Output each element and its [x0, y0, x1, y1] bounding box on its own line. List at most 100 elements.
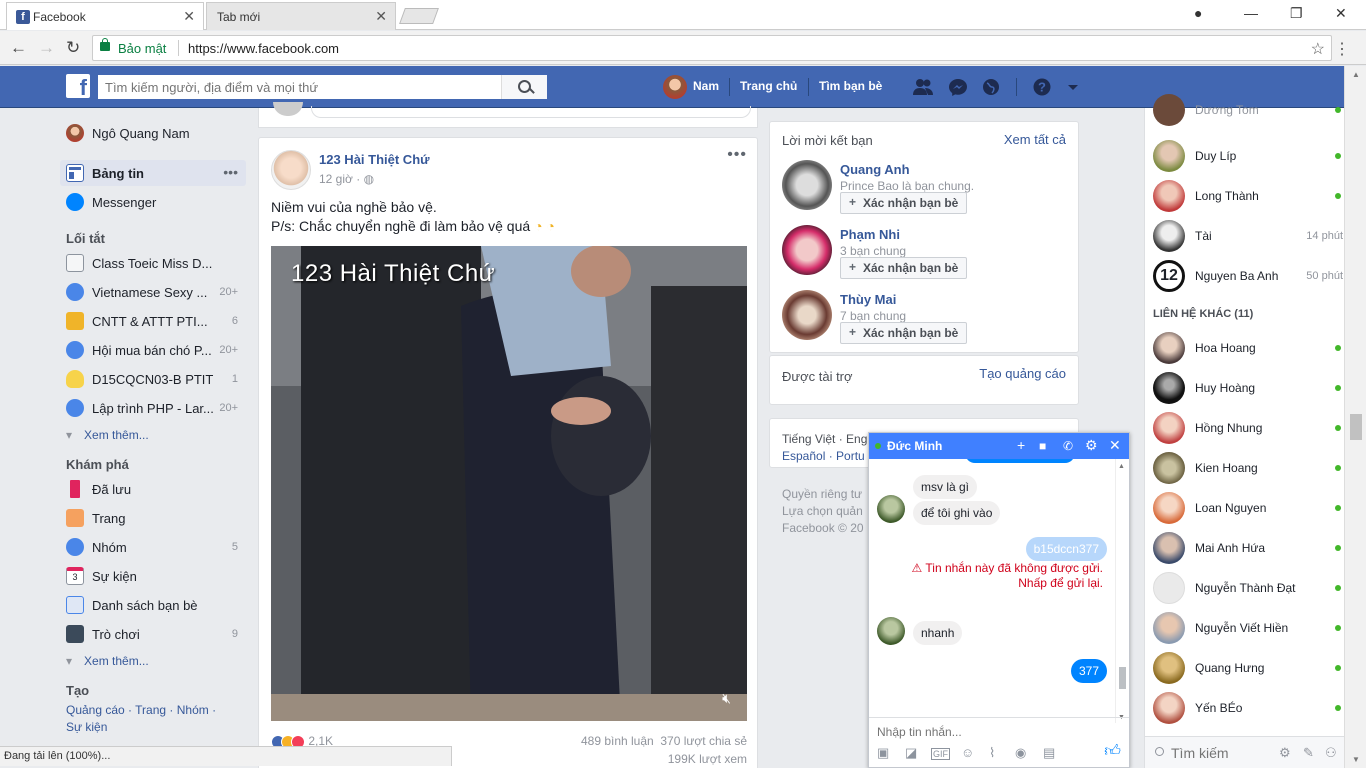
send-failed-notice[interactable]: ⚠ Tin nhắn này đã không được gửi. Nhấp để…: [912, 561, 1103, 591]
emoji-icon[interactable]: ☺: [961, 745, 974, 760]
create-ad-link[interactable]: Tạo quảng cáo: [979, 366, 1066, 381]
shortcut-item[interactable]: Lập trình PHP - Lar... 20+: [60, 395, 246, 421]
shortcut-item[interactable]: D15CQCN03-B PTIT 1: [60, 366, 246, 392]
explore-item[interactable]: Danh sách bạn bè: [60, 592, 246, 618]
bookmark-star-icon[interactable]: ☆: [1311, 39, 1325, 59]
language-list[interactable]: Tiếng Việt · Eng: [782, 432, 867, 446]
profile-avatar[interactable]: [663, 75, 687, 99]
post-author-name[interactable]: 123 Hài Thiệt Chứ: [319, 152, 430, 167]
back-icon[interactable]: ←: [10, 38, 27, 58]
chat-contact[interactable]: Mai Anh Hứa: [1153, 530, 1343, 566]
chat-contact[interactable]: Huy Hoàng: [1153, 370, 1343, 406]
chat-window-header[interactable]: Đức Minh + ■ ✆ ⚙ ✕: [869, 433, 1129, 459]
post-options-icon[interactable]: •••: [727, 146, 747, 164]
attachment-icon[interactable]: ⌇: [989, 745, 995, 761]
chat-contact[interactable]: Long Thành: [1153, 178, 1343, 214]
reload-icon[interactable]: ↻: [66, 38, 80, 58]
see-more-shortcuts-link[interactable]: Xem thêm...: [66, 428, 149, 442]
new-message-icon[interactable]: ✎: [1303, 745, 1314, 761]
new-tab-button[interactable]: [399, 8, 439, 24]
confirm-friend-button[interactable]: Xác nhận bạn bè: [840, 322, 968, 344]
sticker-icon[interactable]: ◪: [905, 745, 917, 761]
requester-name[interactable]: Phạm Nhi: [840, 227, 900, 242]
shortcut-item[interactable]: Hội mua bán chó P... 20+: [60, 337, 246, 363]
chat-contact[interactable]: Hồng Nhung: [1153, 410, 1343, 446]
scroll-up-icon[interactable]: ▲: [1352, 70, 1360, 79]
calendar-icon[interactable]: ▤: [1043, 745, 1055, 761]
camera-icon[interactable]: ◉: [1015, 745, 1026, 761]
post-video[interactable]: 123 Hài Thiệt Chứ 🔇︎: [271, 246, 747, 721]
friend-requests-icon[interactable]: [913, 78, 933, 96]
account-menu-chevron-down-icon[interactable]: [1064, 78, 1084, 96]
add-people-icon[interactable]: +: [1017, 437, 1025, 453]
requester-name[interactable]: Quang Anh: [840, 162, 910, 177]
help-icon[interactable]: ?: [1032, 78, 1052, 96]
search-icon[interactable]: [501, 75, 547, 99]
chat-contact[interactable]: Quang Hưng: [1153, 650, 1343, 686]
forward-icon[interactable]: →: [38, 38, 55, 58]
explore-item[interactable]: 3 Sự kiện: [60, 563, 246, 589]
avatar[interactable]: [782, 160, 832, 210]
notifications-globe-icon[interactable]: [981, 78, 1001, 96]
shortcut-item[interactable]: Vietnamese Sexy ... 20+: [60, 279, 246, 305]
post-author-avatar[interactable]: [271, 150, 311, 190]
add-group-icon[interactable]: ⚇: [1325, 745, 1337, 761]
gif-icon[interactable]: GIF: [931, 748, 950, 760]
mute-icon[interactable]: 🔇︎: [722, 690, 731, 707]
language-list-2[interactable]: Español · Portu: [782, 449, 865, 463]
chat-contact[interactable]: Tài 14 phút: [1153, 218, 1343, 254]
url-text[interactable]: https://www.facebook.com: [188, 41, 339, 56]
phone-call-icon[interactable]: ✆: [1063, 439, 1073, 453]
scroll-down-icon[interactable]: ▼: [1352, 755, 1360, 764]
chat-contact[interactable]: Yến BÉo: [1153, 690, 1343, 726]
explore-item[interactable]: Trò chơi 9: [60, 621, 246, 647]
avatar[interactable]: [782, 290, 832, 340]
chat-contact[interactable]: Loan Nguyen: [1153, 490, 1343, 526]
chat-contact[interactable]: Nguyễn Viết Hiền: [1153, 610, 1343, 646]
nav-home-link[interactable]: Trang chủ: [740, 79, 797, 93]
explore-item[interactable]: Trang: [60, 505, 246, 531]
sidebar-item-news-feed[interactable]: Bảng tin •••: [60, 160, 246, 186]
message-input[interactable]: [877, 724, 1107, 740]
chat-search-input[interactable]: [1171, 743, 1271, 763]
maximize-icon[interactable]: ❐: [1290, 5, 1303, 22]
footer-adchoices-link[interactable]: Lựa chọn quản: [782, 504, 863, 518]
scroll-thumb[interactable]: [1350, 414, 1362, 440]
nav-profile-link[interactable]: Nam: [693, 79, 719, 93]
chat-contact[interactable]: Kien Hoang: [1153, 450, 1343, 486]
explore-item[interactable]: Nhóm 5: [60, 534, 246, 560]
photo-icon[interactable]: ▣: [877, 745, 889, 761]
tab-new[interactable]: Tab mới ✕: [206, 2, 396, 30]
shortcut-item[interactable]: CNTT & ATTT PTI... 6: [60, 308, 246, 334]
more-options-icon[interactable]: •••: [223, 164, 238, 180]
comment-box[interactable]: [311, 106, 751, 118]
chat-scroll-thumb[interactable]: [1119, 667, 1126, 689]
close-tab-icon[interactable]: ✕: [183, 8, 195, 25]
sidebar-item-messenger[interactable]: Messenger: [60, 189, 246, 215]
chat-settings-gear-icon[interactable]: ⚙: [1279, 745, 1291, 761]
requester-name[interactable]: Thùy Mai: [840, 292, 896, 307]
page-scrollbar[interactable]: ▲ ▼: [1344, 66, 1366, 768]
video-call-icon[interactable]: ■: [1039, 439, 1046, 453]
browser-menu-icon[interactable]: ⋮: [1334, 39, 1350, 59]
sidebar-item-profile[interactable]: Ngô Quang Nam: [60, 120, 246, 146]
create-event-link[interactable]: Sự kiện: [66, 720, 107, 734]
explore-item[interactable]: Đã lưu: [60, 476, 246, 502]
chat-contact[interactable]: Nguyễn Thành Đạt: [1153, 570, 1343, 606]
outgoing-message-failed[interactable]: b15dccn377: [1025, 537, 1107, 561]
chat-contact[interactable]: Duy Líp: [1153, 138, 1343, 174]
close-tab-icon[interactable]: ✕: [375, 8, 387, 25]
close-window-icon[interactable]: ✕: [1335, 5, 1347, 22]
messenger-icon[interactable]: [948, 78, 968, 96]
chat-options-gear-icon[interactable]: ⚙: [1085, 437, 1098, 454]
footer-privacy-link[interactable]: Quyền riêng tư: [782, 487, 862, 501]
scroll-up-icon[interactable]: ▲: [1118, 463, 1125, 470]
chat-contact[interactable]: 12 Nguyen Ba Anh 50 phút: [1153, 258, 1343, 294]
omnibox[interactable]: Bảo mật https://www.facebook.com ☆: [92, 35, 1332, 61]
share-count[interactable]: 370 lượt chia sẻ: [660, 734, 747, 748]
nav-find-friends-link[interactable]: Tìm bạn bè: [819, 79, 882, 93]
confirm-friend-button[interactable]: Xác nhận bạn bè: [840, 257, 968, 279]
close-chat-icon[interactable]: ✕: [1109, 437, 1121, 454]
comment-count[interactable]: 489 bình luận: [581, 734, 654, 748]
chat-scrollbar[interactable]: ▲ ▼: [1115, 459, 1127, 723]
